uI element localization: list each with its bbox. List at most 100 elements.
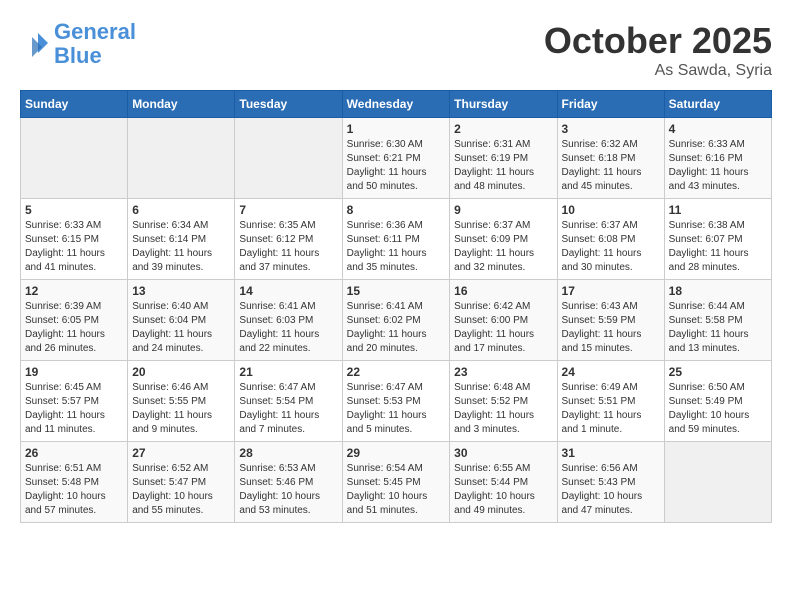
- week-row-2: 5Sunrise: 6:33 AM Sunset: 6:15 PM Daylig…: [21, 199, 772, 280]
- day-info: Sunrise: 6:50 AM Sunset: 5:49 PM Dayligh…: [669, 381, 767, 437]
- week-row-5: 26Sunrise: 6:51 AM Sunset: 5:48 PM Dayli…: [21, 442, 772, 523]
- day-number: 4: [669, 122, 767, 136]
- day-cell: 5Sunrise: 6:33 AM Sunset: 6:15 PM Daylig…: [21, 199, 128, 280]
- day-info: Sunrise: 6:31 AM Sunset: 6:19 PM Dayligh…: [454, 138, 552, 194]
- day-number: 28: [239, 446, 337, 460]
- day-cell: 26Sunrise: 6:51 AM Sunset: 5:48 PM Dayli…: [21, 442, 128, 523]
- day-number: 19: [25, 365, 123, 379]
- day-info: Sunrise: 6:42 AM Sunset: 6:00 PM Dayligh…: [454, 300, 552, 356]
- day-cell: 8 Sunrise: 6:36 AM Sunset: 6:11 PM Daylig…: [342, 199, 450, 280]
- day-info: Sunrise: 6:56 AM Sunset: 5:43 PM Dayligh…: [562, 462, 660, 518]
- day-info: Sunrise: 6:33 AM Sunset: 6:16 PM Dayligh…: [669, 138, 767, 194]
- column-header-monday: Monday: [128, 91, 235, 118]
- day-number: 10: [562, 203, 660, 217]
- calendar-header: SundayMondayTuesdayWednesdayThursdayFrid…: [21, 91, 772, 118]
- day-info: Sunrise: 6:37 AM Sunset: 6:09 PM Dayligh…: [454, 219, 552, 275]
- day-info: Sunrise: 6:34 AM Sunset: 6:14 PM Dayligh…: [132, 219, 230, 275]
- day-info: Sunrise: 6:32 AM Sunset: 6:18 PM Dayligh…: [562, 138, 660, 194]
- logo-line1: General: [54, 19, 136, 44]
- day-cell: [664, 442, 771, 523]
- day-cell: [128, 118, 235, 199]
- day-number: 31: [562, 446, 660, 460]
- calendar-table: SundayMondayTuesdayWednesdayThursdayFrid…: [20, 90, 772, 523]
- day-number: 2: [454, 122, 552, 136]
- day-number: 29: [347, 446, 446, 460]
- day-info: Sunrise: 6:53 AM Sunset: 5:46 PM Dayligh…: [239, 462, 337, 518]
- day-cell: 6 Sunrise: 6:34 AM Sunset: 6:14 PM Daylig…: [128, 199, 235, 280]
- day-info: Sunrise: 6:45 AM Sunset: 5:57 PM Dayligh…: [25, 381, 123, 437]
- day-number: 23: [454, 365, 552, 379]
- day-cell: 31 Sunrise: 6:56 AM Sunset: 5:43 PM Dayli…: [557, 442, 664, 523]
- day-number: 1: [347, 122, 446, 136]
- day-info: Sunrise: 6:37 AM Sunset: 6:08 PM Dayligh…: [562, 219, 660, 275]
- day-number: 24: [562, 365, 660, 379]
- location: As Sawda, Syria: [544, 62, 772, 80]
- logo: General Blue: [20, 20, 136, 68]
- day-cell: 16Sunrise: 6:42 AM Sunset: 6:00 PM Dayli…: [450, 280, 557, 361]
- day-number: 30: [454, 446, 552, 460]
- column-header-saturday: Saturday: [664, 91, 771, 118]
- day-info: Sunrise: 6:35 AM Sunset: 6:12 PM Dayligh…: [239, 219, 337, 275]
- day-info: Sunrise: 6:49 AM Sunset: 5:51 PM Dayligh…: [562, 381, 660, 437]
- calendar-body: 1 Sunrise: 6:30 AM Sunset: 6:21 PM Daylig…: [21, 118, 772, 523]
- day-number: 9: [454, 203, 552, 217]
- column-header-thursday: Thursday: [450, 91, 557, 118]
- day-number: 12: [25, 284, 123, 298]
- month-title: October 2025: [544, 20, 772, 62]
- day-cell: 28 Sunrise: 6:53 AM Sunset: 5:46 PM Dayli…: [235, 442, 342, 523]
- day-number: 14: [239, 284, 337, 298]
- day-cell: 29 Sunrise: 6:54 AM Sunset: 5:45 PM Dayli…: [342, 442, 450, 523]
- day-cell: 2 Sunrise: 6:31 AM Sunset: 6:19 PM Daylig…: [450, 118, 557, 199]
- day-number: 21: [239, 365, 337, 379]
- day-info: Sunrise: 6:43 AM Sunset: 5:59 PM Dayligh…: [562, 300, 660, 356]
- day-number: 15: [347, 284, 446, 298]
- day-info: Sunrise: 6:44 AM Sunset: 5:58 PM Dayligh…: [669, 300, 767, 356]
- day-info: Sunrise: 6:41 AM Sunset: 6:02 PM Dayligh…: [347, 300, 446, 356]
- day-cell: 14 Sunrise: 6:41 AM Sunset: 6:03 PM Dayli…: [235, 280, 342, 361]
- day-number: 17: [562, 284, 660, 298]
- day-info: Sunrise: 6:41 AM Sunset: 6:03 PM Dayligh…: [239, 300, 337, 356]
- day-cell: [21, 118, 128, 199]
- day-number: 6: [132, 203, 230, 217]
- day-cell: 17 Sunrise: 6:43 AM Sunset: 5:59 PM Dayli…: [557, 280, 664, 361]
- day-cell: 20Sunrise: 6:46 AM Sunset: 5:55 PM Dayli…: [128, 361, 235, 442]
- day-number: 25: [669, 365, 767, 379]
- day-number: 7: [239, 203, 337, 217]
- day-info: Sunrise: 6:30 AM Sunset: 6:21 PM Dayligh…: [347, 138, 446, 194]
- day-number: 27: [132, 446, 230, 460]
- column-header-tuesday: Tuesday: [235, 91, 342, 118]
- day-number: 26: [25, 446, 123, 460]
- day-number: 11: [669, 203, 767, 217]
- day-info: Sunrise: 6:38 AM Sunset: 6:07 PM Dayligh…: [669, 219, 767, 275]
- day-cell: 3Sunrise: 6:32 AM Sunset: 6:18 PM Daylig…: [557, 118, 664, 199]
- day-info: Sunrise: 6:52 AM Sunset: 5:47 PM Dayligh…: [132, 462, 230, 518]
- day-info: Sunrise: 6:47 AM Sunset: 5:53 PM Dayligh…: [347, 381, 446, 437]
- day-cell: 30 Sunrise: 6:55 AM Sunset: 5:44 PM Dayli…: [450, 442, 557, 523]
- day-info: Sunrise: 6:36 AM Sunset: 6:11 PM Dayligh…: [347, 219, 446, 275]
- column-header-wednesday: Wednesday: [342, 91, 450, 118]
- day-cell: 18Sunrise: 6:44 AM Sunset: 5:58 PM Dayli…: [664, 280, 771, 361]
- week-row-4: 19 Sunrise: 6:45 AM Sunset: 5:57 PM Dayli…: [21, 361, 772, 442]
- day-info: Sunrise: 6:48 AM Sunset: 5:52 PM Dayligh…: [454, 381, 552, 437]
- day-info: Sunrise: 6:47 AM Sunset: 5:54 PM Dayligh…: [239, 381, 337, 437]
- day-cell: 1 Sunrise: 6:30 AM Sunset: 6:21 PM Daylig…: [342, 118, 450, 199]
- day-cell: 4 Sunrise: 6:33 AM Sunset: 6:16 PM Daylig…: [664, 118, 771, 199]
- day-info: Sunrise: 6:46 AM Sunset: 5:55 PM Dayligh…: [132, 381, 230, 437]
- column-header-sunday: Sunday: [21, 91, 128, 118]
- day-number: 13: [132, 284, 230, 298]
- day-cell: 22Sunrise: 6:47 AM Sunset: 5:53 PM Dayli…: [342, 361, 450, 442]
- header-row: SundayMondayTuesdayWednesdayThursdayFrid…: [21, 91, 772, 118]
- day-number: 8: [347, 203, 446, 217]
- day-cell: 23 Sunrise: 6:48 AM Sunset: 5:52 PM Dayli…: [450, 361, 557, 442]
- day-cell: 19 Sunrise: 6:45 AM Sunset: 5:57 PM Dayli…: [21, 361, 128, 442]
- day-info: Sunrise: 6:40 AM Sunset: 6:04 PM Dayligh…: [132, 300, 230, 356]
- week-row-1: 1 Sunrise: 6:30 AM Sunset: 6:21 PM Daylig…: [21, 118, 772, 199]
- day-cell: 9 Sunrise: 6:37 AM Sunset: 6:09 PM Daylig…: [450, 199, 557, 280]
- day-cell: 13 Sunrise: 6:40 AM Sunset: 6:04 PM Dayli…: [128, 280, 235, 361]
- day-info: Sunrise: 6:54 AM Sunset: 5:45 PM Dayligh…: [347, 462, 446, 518]
- day-cell: 27 Sunrise: 6:52 AM Sunset: 5:47 PM Dayli…: [128, 442, 235, 523]
- day-info: Sunrise: 6:33 AM Sunset: 6:15 PM Dayligh…: [25, 219, 123, 275]
- day-info: Sunrise: 6:55 AM Sunset: 5:44 PM Dayligh…: [454, 462, 552, 518]
- day-cell: 25 Sunrise: 6:50 AM Sunset: 5:49 PM Dayli…: [664, 361, 771, 442]
- day-cell: 11 Sunrise: 6:38 AM Sunset: 6:07 PM Dayli…: [664, 199, 771, 280]
